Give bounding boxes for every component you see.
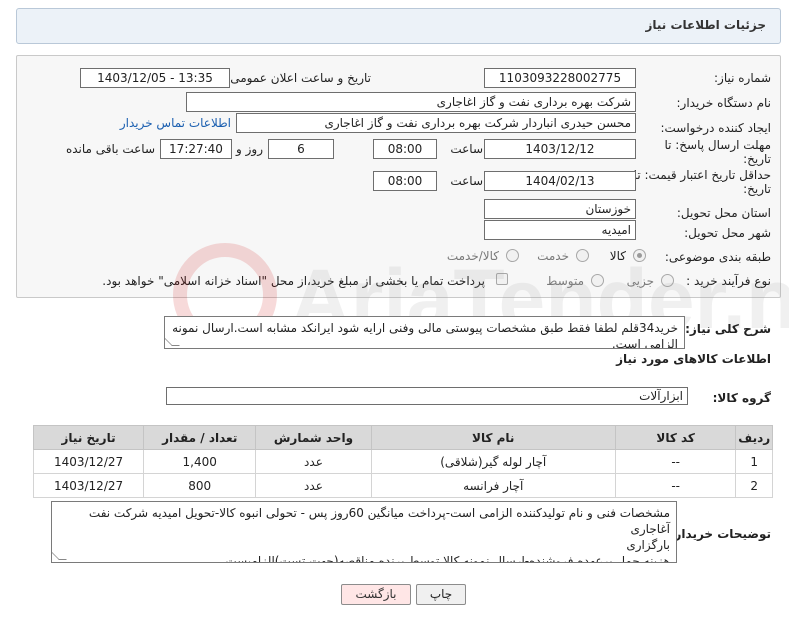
page-title: جزئیات اطلاعات نیاز bbox=[645, 18, 766, 32]
buyer-contact-link[interactable]: اطلاعات تماس خریدار bbox=[120, 116, 231, 130]
deadline-time-field[interactable]: 08:00 bbox=[373, 139, 437, 159]
days-remaining-field[interactable]: 6 bbox=[268, 139, 334, 159]
validity-time-field[interactable]: 08:00 bbox=[373, 171, 437, 191]
need-number-field[interactable]: 1103093228002775 bbox=[484, 68, 636, 88]
col-quantity: تعداد / مقدار bbox=[143, 425, 257, 450]
buyer-org-label: نام دستگاه خریدار: bbox=[676, 96, 772, 110]
process-type-label: نوع فرآیند خرید : bbox=[686, 274, 771, 288]
validity-label-line2: تاریخ: bbox=[743, 182, 771, 196]
table-row[interactable]: 2 -- آچار فرانسه عدد 800 1403/12/27 bbox=[32, 473, 773, 498]
col-item-name: نام کالا bbox=[370, 425, 616, 450]
cell-item-code: -- bbox=[614, 473, 737, 498]
cell-unit: عدد bbox=[255, 449, 372, 474]
process-option-medium: متوسط bbox=[546, 274, 584, 288]
province-label: استان محل تحویل: bbox=[676, 206, 771, 220]
deadline-label-line1: مهلت ارسال پاسخ: تا bbox=[664, 138, 771, 152]
category-radio-service[interactable] bbox=[576, 249, 589, 262]
cell-item-name: آچار لوله گیر(شلاقی) bbox=[370, 449, 616, 474]
announce-date-field[interactable]: 1403/12/05 - 13:35 bbox=[80, 68, 230, 88]
table-row[interactable]: 1 -- آچار لوله گیر(شلاقی) عدد 1,400 1403… bbox=[32, 449, 773, 474]
page-header: جزئیات اطلاعات نیاز bbox=[16, 8, 781, 44]
remaining-time-label: ساعت باقی مانده bbox=[65, 142, 155, 156]
city-label: شهر محل تحویل: bbox=[684, 226, 771, 240]
cell-need-date: 1403/12/27 bbox=[32, 473, 145, 498]
resize-handle-icon[interactable] bbox=[165, 338, 180, 346]
remaining-time-field[interactable]: 17:27:40 bbox=[160, 139, 232, 159]
description-label: شرح کلی نیاز: bbox=[685, 322, 771, 336]
category-radio-goods[interactable] bbox=[633, 249, 646, 262]
buyer-notes-line1: مشخصات فنی و نام تولیدکننده الزامی است-پ… bbox=[88, 506, 670, 536]
treasury-payment-note: پرداخت تمام یا بخشی از مبلغ خرید،از محل … bbox=[102, 274, 485, 288]
goods-section-title: اطلاعات کالاهای مورد نیاز bbox=[616, 352, 771, 366]
col-item-code: کد کالا bbox=[614, 425, 737, 450]
goods-table: ردیف کد کالا نام کالا واحد شمارش تعداد /… bbox=[32, 425, 773, 498]
category-label: طبقه بندی موضوعی: bbox=[664, 250, 771, 264]
deadline-date-field[interactable]: 1403/12/12 bbox=[484, 139, 636, 159]
announce-date-label: تاریخ و ساعت اعلان عمومی: bbox=[226, 71, 371, 85]
category-option-service: خدمت bbox=[537, 249, 569, 263]
days-label: روز و bbox=[236, 142, 263, 156]
cell-item-name: آچار فرانسه bbox=[370, 473, 616, 498]
validity-time-label: ساعت bbox=[450, 174, 483, 188]
province-field[interactable]: خوزستان bbox=[484, 199, 636, 219]
cell-item-code: -- bbox=[614, 449, 737, 474]
deadline-label-line2: تاریخ: bbox=[743, 152, 771, 166]
need-number-label: شماره نیاز: bbox=[714, 71, 771, 85]
buyer-notes-textarea[interactable]: مشخصات فنی و نام تولیدکننده الزامی است-پ… bbox=[51, 501, 677, 563]
buyer-org-field[interactable]: شرکت بهره برداری نفت و گاز اغاجاری bbox=[186, 92, 636, 112]
col-unit: واحد شمارش bbox=[255, 425, 372, 450]
col-need-date: تاریخ نیاز bbox=[32, 425, 145, 450]
creator-field[interactable]: محسن حیدری انباردار شرکت بهره برداری نفت… bbox=[236, 113, 636, 133]
buyer-notes-line2: بارگزاری bbox=[626, 538, 670, 552]
process-radio-minor[interactable] bbox=[661, 274, 674, 287]
cell-unit: عدد bbox=[255, 473, 372, 498]
cell-row-number: 1 bbox=[735, 449, 773, 474]
treasury-payment-checkbox[interactable] bbox=[496, 273, 508, 285]
category-option-goods-service: کالا/خدمت bbox=[446, 249, 499, 263]
buyer-notes-line3: هزینه حمل برعهده فروشنده-ارسال نمونه کال… bbox=[225, 554, 670, 563]
col-row-number: ردیف bbox=[735, 425, 773, 450]
validity-label-line1: حداقل تاریخ اعتبار قیمت: تا bbox=[633, 168, 771, 182]
cell-quantity: 800 bbox=[143, 473, 257, 498]
deadline-time-label: ساعت bbox=[450, 142, 483, 156]
description-text: خرید34قلم لطفا فقط طبق مشخصات پیوستی مال… bbox=[172, 321, 678, 349]
creator-label: ایجاد کننده درخواست: bbox=[660, 121, 771, 135]
cell-need-date: 1403/12/27 bbox=[32, 449, 145, 474]
goods-table-header: ردیف کد کالا نام کالا واحد شمارش تعداد /… bbox=[32, 425, 773, 450]
goods-group-label: گروه کالا: bbox=[712, 391, 771, 405]
cell-row-number: 2 bbox=[735, 473, 773, 498]
back-button[interactable]: بازگشت bbox=[341, 584, 411, 605]
validity-date-field[interactable]: 1404/02/13 bbox=[484, 171, 636, 191]
print-button[interactable]: چاپ bbox=[416, 584, 466, 605]
city-field[interactable]: امیدیه bbox=[484, 220, 636, 240]
process-option-minor: جزیی bbox=[626, 274, 654, 288]
buyer-notes-label: توضیحات خریدار: bbox=[669, 527, 771, 541]
process-radio-medium[interactable] bbox=[591, 274, 604, 287]
category-option-goods: کالا bbox=[609, 249, 626, 263]
description-textarea[interactable]: خرید34قلم لطفا فقط طبق مشخصات پیوستی مال… bbox=[164, 316, 685, 349]
goods-group-field[interactable]: ابزارآلات bbox=[166, 387, 688, 405]
category-radio-goods-service[interactable] bbox=[506, 249, 519, 262]
cell-quantity: 1,400 bbox=[143, 449, 257, 474]
